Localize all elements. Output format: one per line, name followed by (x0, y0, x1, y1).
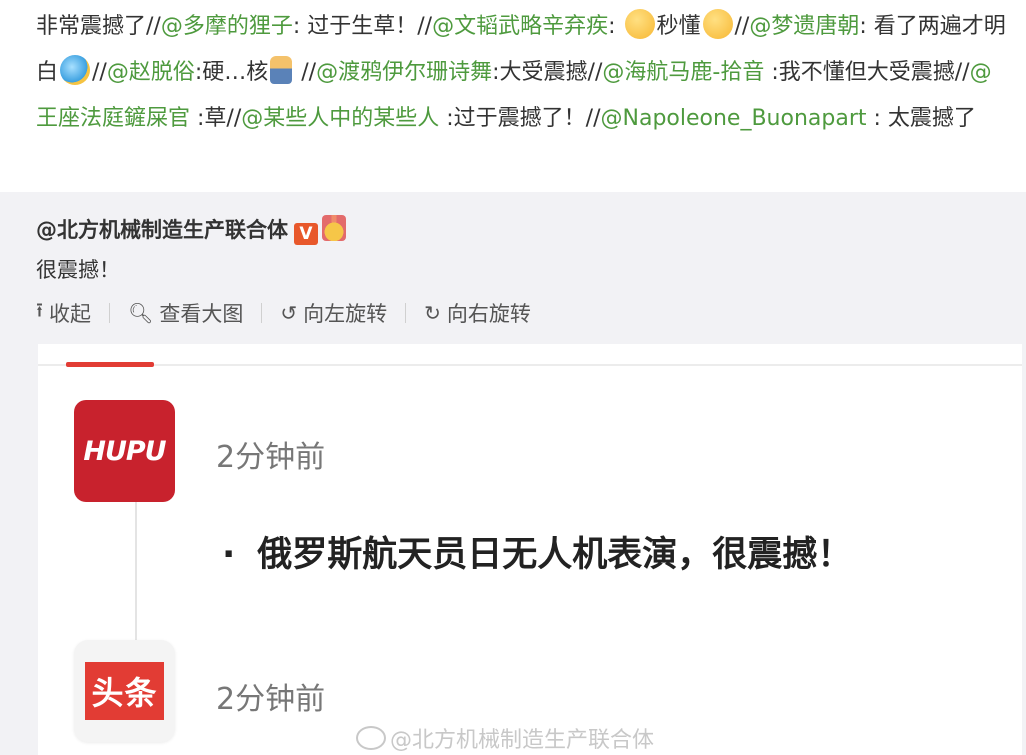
repost-comment-text: 秒懂 (656, 14, 701, 39)
user-mention-link[interactable]: @多摩的狸子 (161, 14, 293, 39)
user-mention-link[interactable]: @某些人中的某些人 (241, 106, 439, 131)
view-large-label: 查看大图 (159, 302, 244, 326)
repost-comment-text: :过于震撼了！// (439, 106, 601, 131)
figure-emoji-icon (270, 56, 293, 84)
rotate-right-button[interactable]: ↻ 向右旋转 (424, 298, 531, 328)
repost-comment-text: // (734, 14, 750, 39)
user-mention-link[interactable]: @渡鸦伊尔珊诗舞 (316, 60, 492, 85)
repost-chain: 非常震撼了//@多摩的狸子: 过于生草！//@文韬武略辛弃疾: 秒懂//@梦遗唐… (0, 0, 1026, 192)
view-large-button[interactable]: 🔍︎ 查看大图 (128, 298, 243, 328)
toutiao-logo-icon: 头条 (74, 640, 175, 742)
repost-comment-text: :草// (190, 106, 242, 131)
collapse-arrow-icon: ⭱ (36, 298, 43, 322)
smile-emoji-icon (624, 9, 655, 39)
user-mention-link[interactable]: @梦遗唐朝 (749, 14, 859, 39)
user-mention-link[interactable]: @Napoleone_Buonapart (601, 106, 867, 131)
item1-headline: · 俄罗斯航天员日无人机表演，很震撼！ (222, 526, 852, 577)
item1-headline-text: 俄罗斯航天员日无人机表演，很震撼！ (257, 535, 853, 575)
user-mention-link[interactable]: @赵脱俗 (107, 60, 195, 85)
weibo-watermark: @北方机械制造生产联合体 (356, 722, 654, 754)
image-divider (38, 364, 1022, 366)
repost-comment-text: :大受震撼// (492, 60, 603, 85)
item1-timestamp: 2分钟前 (216, 440, 326, 475)
repost-comment-text: 非常震撼了// (36, 14, 161, 39)
repost-comment-text: : 太震撼了 (866, 106, 976, 131)
crying-laughing-emoji-icon (60, 55, 91, 85)
rotate-left-icon: ↺ (280, 301, 298, 325)
author-row: @北方机械制造生产联合体 V (36, 214, 346, 245)
hupu-logo-icon: HUPU (74, 400, 175, 502)
original-post: @北方机械制造生产联合体 V 很震撼！ ⭱ 收起 🔍︎ 查看大图 ↺ 向左旋转 ↻… (0, 192, 1026, 755)
active-tab-indicator (66, 362, 154, 367)
repost-comment-text: // (92, 60, 107, 85)
collapse-label: 收起 (49, 302, 91, 326)
repost-comment-text: : 过于生草！// (292, 14, 433, 39)
magnifier-icon: 🔍︎ (128, 301, 154, 325)
timeline-line (135, 494, 137, 644)
rotate-right-label: 向右旋转 (446, 302, 531, 326)
toolbar-divider (109, 303, 110, 323)
medal-icon (322, 215, 346, 241)
rotate-right-icon: ↻ (424, 301, 441, 325)
toolbar-divider (405, 303, 407, 323)
collapse-button[interactable]: ⭱ 收起 (36, 296, 91, 330)
rotate-left-label: 向左旋转 (303, 302, 388, 326)
original-post-text: 很震撼！ (36, 258, 120, 282)
grin-emoji-icon (702, 9, 733, 39)
bullet-dot: · (222, 535, 236, 575)
repost-comment-text: : (608, 14, 623, 39)
repost-comment-text: :我不懂但大受震撼// (764, 60, 970, 85)
toolbar-divider (261, 303, 263, 323)
repost-comment-text: // (294, 60, 317, 85)
rotate-left-button[interactable]: ↺ 向左旋转 (280, 298, 387, 328)
author-name[interactable]: @北方机械制造生产联合体 (36, 218, 288, 242)
user-mention-link[interactable]: @海航马鹿-拾音 (602, 60, 764, 85)
item2-timestamp: 2分钟前 (216, 682, 326, 717)
image-toolbar: ⭱ 收起 🔍︎ 查看大图 ↺ 向左旋转 ↻ 向右旋转 (36, 298, 531, 328)
weibo-logo-icon (356, 726, 386, 750)
repost-chain-text: 非常震撼了//@多摩的狸子: 过于生草！//@文韬武略辛弃疾: 秒懂//@梦遗唐… (36, 4, 1011, 142)
toutiao-logo-text: 头条 (85, 662, 164, 720)
embedded-screenshot-image[interactable]: HUPU 2分钟前 · 俄罗斯航天员日无人机表演，很震撼！ 头条 2分钟前 @北方… (38, 344, 1022, 755)
user-mention-link[interactable]: @文韬武略辛弃疾 (432, 14, 608, 39)
verified-badge-icon: V (294, 223, 318, 245)
repost-comment-text: :硬…核 (194, 60, 269, 85)
watermark-text: @北方机械制造生产联合体 (390, 728, 655, 753)
